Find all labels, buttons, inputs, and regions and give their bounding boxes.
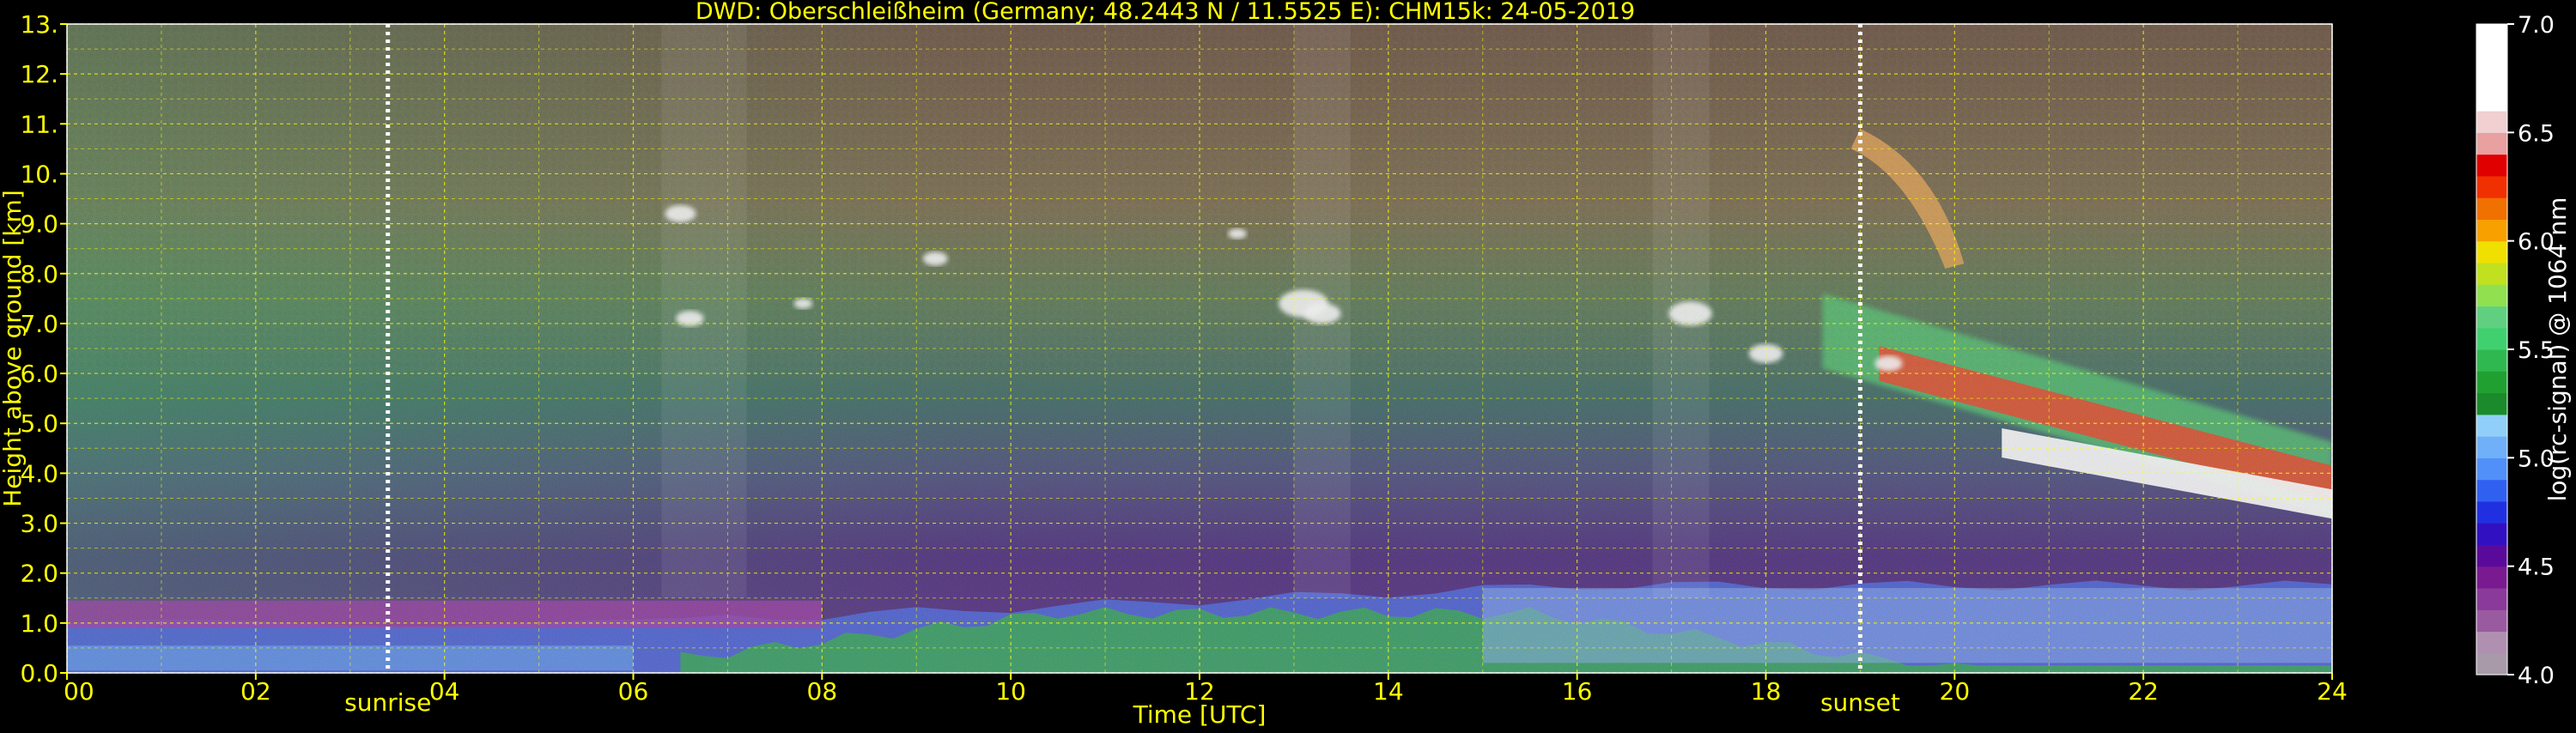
colorbar-tick-label: 6.5: [2518, 120, 2555, 147]
colorbar-segment: [2476, 587, 2507, 610]
colorbar-segment: [2476, 262, 2507, 285]
ceilometer-chart: sunrise sunset 00 02 04 06 08 10 12 14 16 18 20 22 24 0…: [0, 0, 2576, 730]
colorbar-tick-label: 7.0: [2518, 12, 2555, 39]
y-tick-label: 3.0: [20, 510, 58, 538]
x-tick-label: 04: [429, 677, 460, 706]
colorbar-segment: [2476, 349, 2507, 372]
y-tick-label: 10.: [20, 160, 58, 188]
y-tick-label: 0.0: [20, 659, 58, 688]
colorbar-segment: [2476, 652, 2507, 675]
colorbar-segment: [2476, 154, 2507, 177]
x-tick-label: 00: [64, 677, 94, 706]
x-tick-label: 10: [995, 677, 1026, 706]
x-axis-label: Time [UTC]: [1133, 700, 1267, 729]
colorbar-tick-label: 4.0: [2518, 663, 2555, 689]
x-tick-label: 08: [807, 677, 838, 706]
y-tick-label: 2.0: [20, 560, 58, 588]
y-tick-label: 13.: [20, 10, 58, 39]
colorbar-tick-label: 4.5: [2518, 554, 2555, 581]
colorbar-segment: [2476, 414, 2507, 437]
colorbar-segment: [2476, 457, 2507, 481]
chart-title: DWD: Oberschleißheim (Germany; 48.2443 N…: [696, 0, 1635, 25]
colorbar-segment: [2476, 523, 2507, 545]
colorbar-segment: [2476, 45, 2507, 69]
y-axis-label: Height above ground [km]: [0, 190, 27, 507]
colorbar-segment: [2476, 175, 2507, 198]
colorbar-label: log(rc-signal) @ 1064 nm: [2543, 197, 2572, 502]
time-marker-sunset-label: sunset: [1820, 688, 1900, 717]
y-tick-label: 1.0: [20, 609, 58, 638]
y-tick-label: 12.: [20, 60, 58, 88]
colorbar-segment: [2476, 566, 2507, 589]
x-tick-label: 18: [1751, 677, 1782, 706]
colorbar-segment: [2476, 327, 2507, 350]
colorbar-segment: [2476, 240, 2507, 264]
colorbar-segment: [2476, 24, 2507, 46]
colorbar-segment: [2476, 111, 2507, 133]
time-marker-sunrise-label: sunrise: [344, 688, 431, 717]
x-tick-label: 06: [618, 677, 649, 706]
x-tick-label: 16: [1562, 677, 1593, 706]
x-tick-label: 02: [240, 677, 271, 706]
colorbar-segment: [2476, 371, 2507, 394]
colorbar-segment: [2476, 436, 2507, 458]
colorbar-segment: [2476, 132, 2507, 155]
y-tick-label: 11.: [20, 110, 58, 138]
x-tick-label: 14: [1373, 677, 1404, 706]
colorbar-segment: [2476, 500, 2507, 524]
colorbar-segment: [2476, 609, 2507, 633]
colorbar-segment: [2476, 306, 2507, 329]
colorbar-segment: [2476, 284, 2507, 307]
x-tick-label: 20: [1940, 677, 1971, 706]
colorbar-segment: [2476, 219, 2507, 242]
colorbar-segment: [2476, 67, 2507, 90]
colorbar-segment: [2476, 392, 2507, 415]
colorbar-segment: [2476, 197, 2507, 220]
colorbar-segment: [2476, 479, 2507, 502]
colorbar-segment: [2476, 544, 2507, 567]
x-tick-label: 22: [2128, 677, 2159, 706]
colorbar-segment: [2476, 631, 2507, 654]
colorbar-segment: [2476, 88, 2507, 112]
x-tick-label: 24: [2317, 677, 2348, 706]
